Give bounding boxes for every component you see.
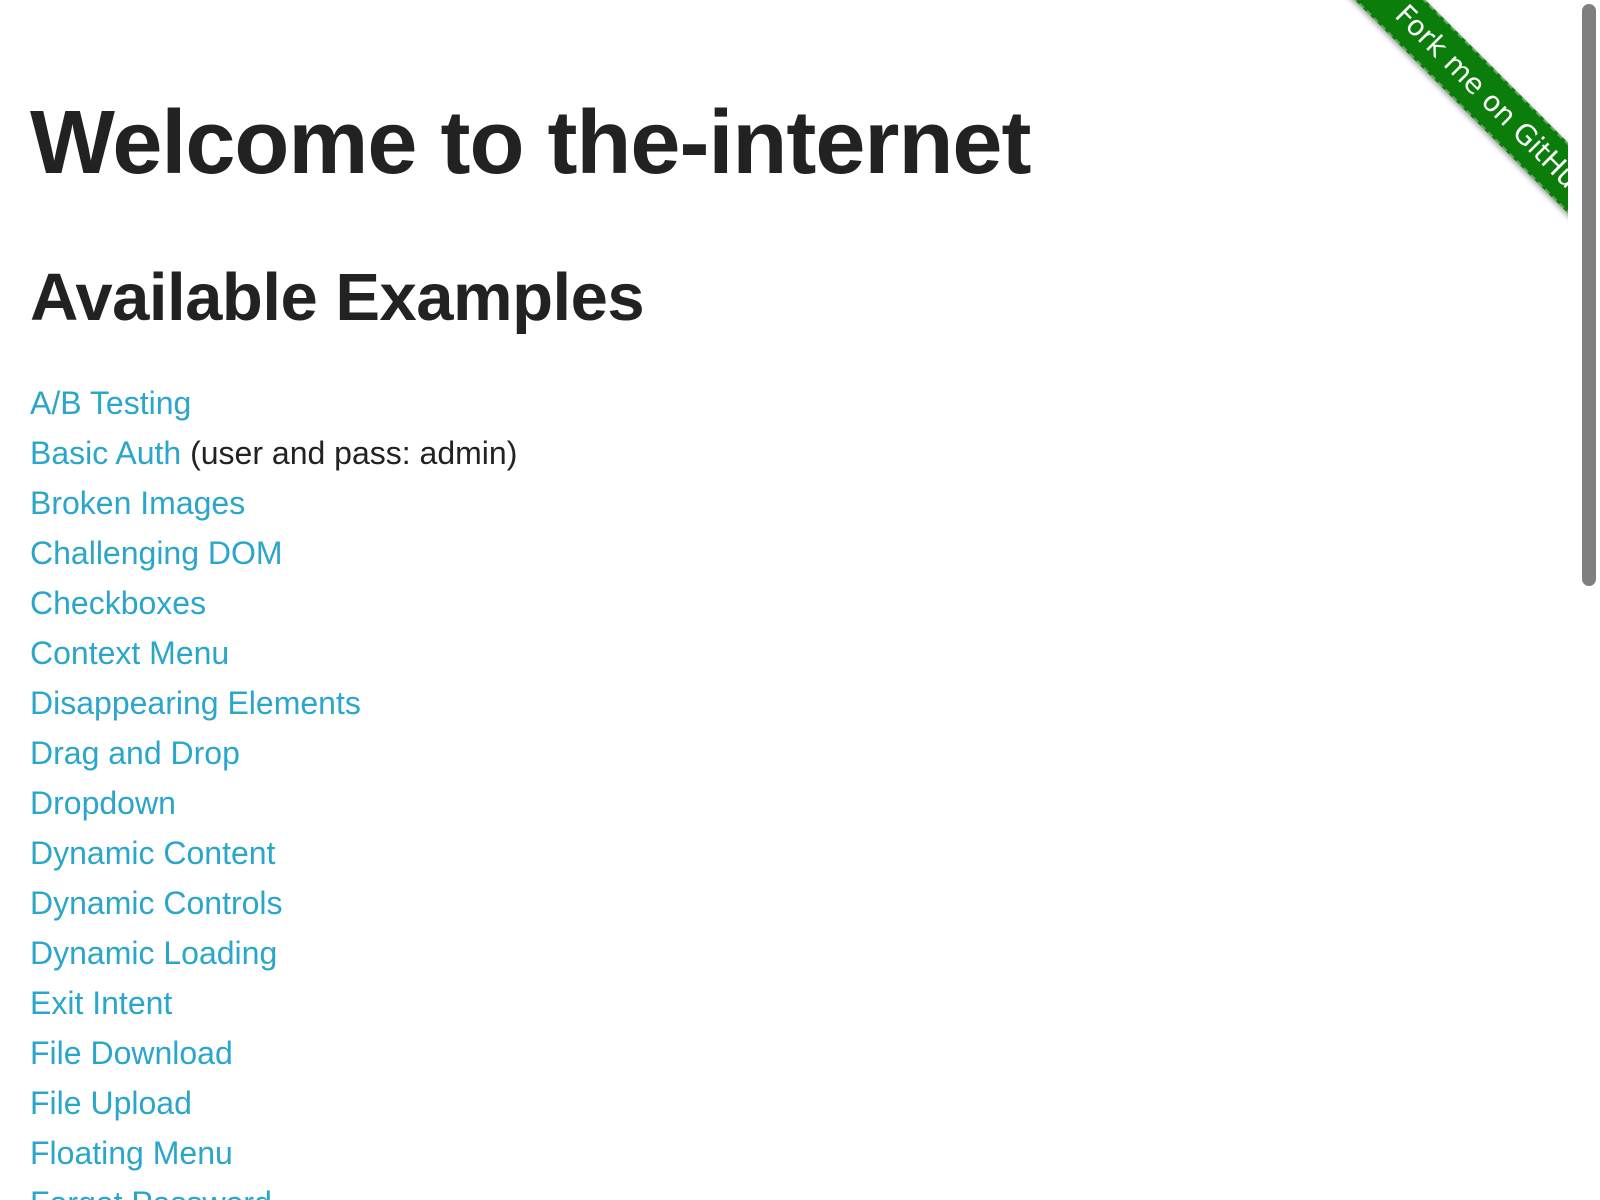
list-item: Drag and Drop	[30, 735, 517, 785]
fork-me-on-github-ribbon[interactable]: Fork me on GitHub	[1323, 0, 1600, 273]
example-link[interactable]: Drag and Drop	[30, 735, 240, 771]
github-ribbon-container: Fork me on GitHub	[1260, 0, 1600, 300]
list-item: Exit Intent	[30, 985, 517, 1035]
list-item: File Download	[30, 1035, 517, 1085]
list-item: File Upload	[30, 1085, 517, 1135]
list-item: A/B Testing	[30, 385, 517, 435]
example-link[interactable]: Forgot Password	[30, 1185, 272, 1200]
example-link[interactable]: Exit Intent	[30, 985, 172, 1021]
example-link[interactable]: File Download	[30, 1035, 233, 1071]
example-link[interactable]: Broken Images	[30, 485, 245, 521]
list-item: Floating Menu	[30, 1135, 517, 1185]
list-item: Basic Auth (user and pass: admin)	[30, 435, 517, 485]
examples-list: A/B Testing Basic Auth (user and pass: ad…	[30, 385, 517, 1200]
list-item: Forgot Password	[30, 1185, 517, 1200]
example-link[interactable]: A/B Testing	[30, 385, 191, 421]
example-link[interactable]: Checkboxes	[30, 585, 206, 621]
example-link[interactable]: Dynamic Content	[30, 835, 275, 871]
example-link[interactable]: File Upload	[30, 1085, 192, 1121]
list-item: Dynamic Controls	[30, 885, 517, 935]
section-heading: Available Examples	[30, 260, 645, 335]
list-item: Dropdown	[30, 785, 517, 835]
list-item: Dynamic Content	[30, 835, 517, 885]
example-link[interactable]: Dropdown	[30, 785, 176, 821]
list-item: Checkboxes	[30, 585, 517, 635]
list-item: Disappearing Elements	[30, 685, 517, 735]
list-item: Context Menu	[30, 635, 517, 685]
list-item: Challenging DOM	[30, 535, 517, 585]
list-item: Broken Images	[30, 485, 517, 535]
example-note: (user and pass: admin)	[190, 435, 518, 471]
scrollbar-thumb[interactable]	[1582, 4, 1596, 586]
example-link[interactable]: Basic Auth	[30, 435, 181, 471]
page-title: Welcome to the-internet	[30, 93, 1031, 193]
vertical-scrollbar[interactable]	[1568, 0, 1600, 1200]
example-link[interactable]: Challenging DOM	[30, 535, 283, 571]
example-link[interactable]: Dynamic Controls	[30, 885, 283, 921]
example-link[interactable]: Dynamic Loading	[30, 935, 277, 971]
list-item: Dynamic Loading	[30, 935, 517, 985]
example-link[interactable]: Disappearing Elements	[30, 685, 361, 721]
example-link[interactable]: Floating Menu	[30, 1135, 233, 1171]
example-link[interactable]: Context Menu	[30, 635, 229, 671]
